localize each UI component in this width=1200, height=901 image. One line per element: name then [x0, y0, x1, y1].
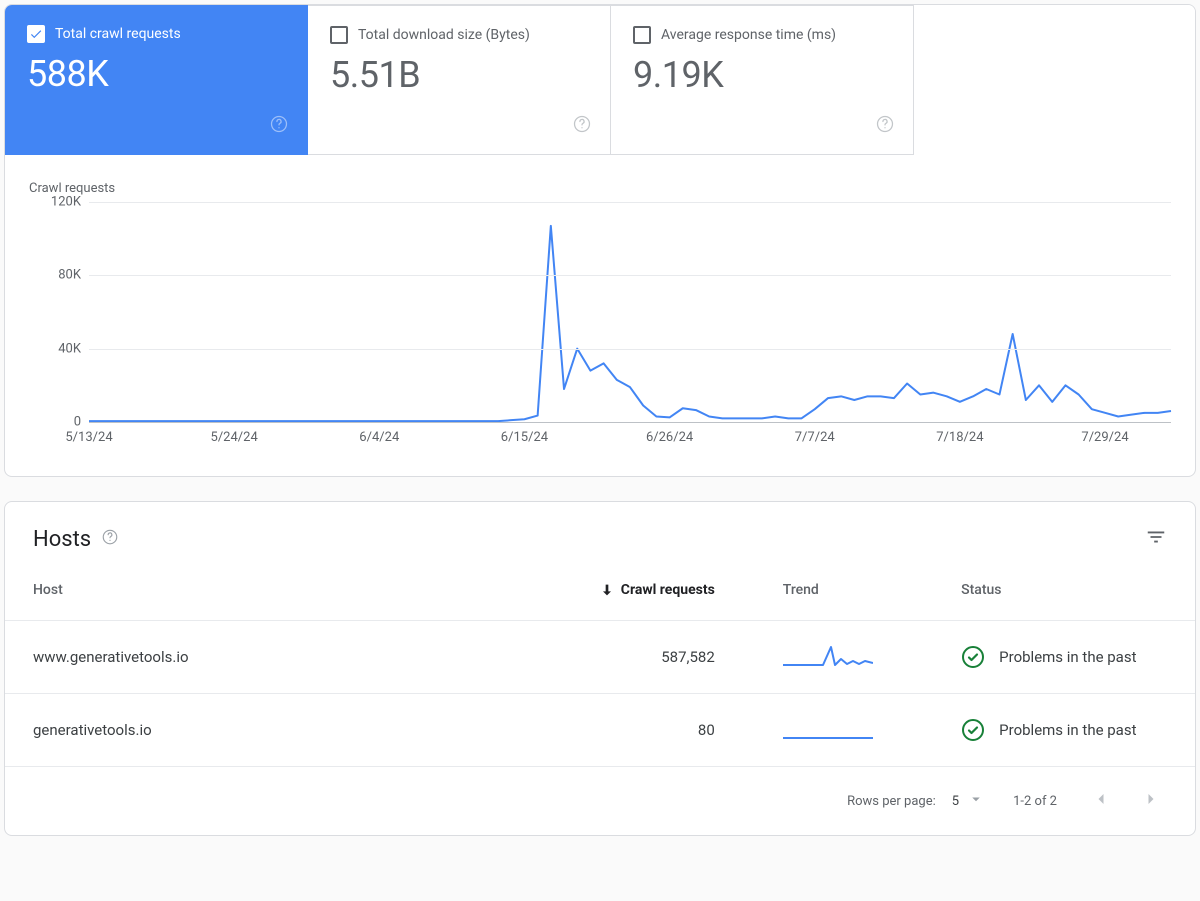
table-footer: Rows per page: 5 1-2 of 2: [5, 766, 1195, 835]
hosts-card: Hosts Host Crawl requests Trend: [4, 501, 1196, 836]
filter-icon[interactable]: [1145, 526, 1167, 552]
x-tick-label: 5/13/24: [65, 430, 112, 445]
help-icon[interactable]: [572, 114, 592, 138]
metric-tiles: Total crawl requests 588K Total download…: [5, 5, 1195, 155]
metric-value: 5.51B: [330, 54, 588, 96]
help-icon[interactable]: [101, 528, 119, 550]
x-tick-label: 7/18/24: [936, 430, 983, 445]
rows-per-page-label: Rows per page:: [847, 794, 936, 809]
status-text: Problems in the past: [999, 648, 1136, 666]
pagination-range: 1-2 of 2: [1013, 794, 1057, 809]
host-cell: www.generativetools.io: [5, 621, 552, 694]
checkbox-checked-icon: [27, 25, 45, 43]
x-tick-label: 6/26/24: [646, 430, 693, 445]
x-tick-label: 6/15/24: [501, 430, 548, 445]
sparkline-icon: [783, 641, 873, 669]
requests-cell: 587,582: [552, 621, 742, 694]
hosts-title: Hosts: [33, 527, 91, 552]
rows-per-page-select[interactable]: 5: [952, 790, 985, 812]
y-tick-label: 40K: [58, 341, 81, 356]
requests-cell: 80: [552, 694, 742, 767]
status-cell: Problems in the past: [933, 621, 1195, 694]
check-circle-icon: [961, 645, 985, 669]
metric-value: 9.19K: [633, 54, 891, 96]
col-crawl-requests[interactable]: Crawl requests: [552, 560, 742, 621]
metric-label: Total crawl requests: [55, 26, 181, 42]
y-tick-label: 0: [74, 415, 81, 430]
metric-value: 588K: [27, 53, 285, 95]
table-row[interactable]: generativetools.io80 Problems in the past: [5, 694, 1195, 767]
sparkline-icon: [783, 714, 873, 742]
table-row[interactable]: www.generativetools.io587,582 Problems in…: [5, 621, 1195, 694]
col-host[interactable]: Host: [5, 560, 552, 621]
help-icon[interactable]: [269, 114, 289, 138]
status-cell: Problems in the past: [933, 694, 1195, 767]
x-tick-label: 7/7/24: [795, 430, 835, 445]
chart: Crawl requests 0 40K 80K 120K 5/13/24 5/24/2…: [5, 155, 1195, 476]
x-tick-label: 5/24/24: [211, 430, 258, 445]
host-cell: generativetools.io: [5, 694, 552, 767]
chevron-down-icon: [967, 790, 985, 812]
checkbox-unchecked-icon: [633, 26, 651, 44]
help-icon[interactable]: [875, 114, 895, 138]
metric-tile-average-response-time[interactable]: Average response time (ms) 9.19K: [611, 5, 914, 155]
hosts-table: Host Crawl requests Trend Status www.gen…: [5, 560, 1195, 766]
crawl-stats-card: Total crawl requests 588K Total download…: [4, 4, 1196, 477]
x-tick-label: 6/4/24: [359, 430, 399, 445]
y-tick-label: 80K: [58, 268, 81, 283]
trend-cell: [743, 694, 933, 767]
col-trend[interactable]: Trend: [743, 560, 933, 621]
metric-label: Average response time (ms): [661, 27, 836, 43]
metric-tile-total-crawl-requests[interactable]: Total crawl requests 588K: [5, 5, 308, 155]
metric-tile-total-download-size[interactable]: Total download size (Bytes) 5.51B: [308, 5, 611, 155]
next-page-button[interactable]: [1135, 783, 1167, 819]
col-status[interactable]: Status: [933, 560, 1195, 621]
trend-cell: [743, 621, 933, 694]
status-text: Problems in the past: [999, 721, 1136, 739]
checkbox-unchecked-icon: [330, 26, 348, 44]
y-tick-label: 120K: [51, 195, 81, 210]
metric-label: Total download size (Bytes): [358, 27, 530, 43]
x-tick-label: 7/29/24: [1081, 430, 1128, 445]
check-circle-icon: [961, 718, 985, 742]
chart-title: Crawl requests: [29, 181, 1171, 196]
prev-page-button[interactable]: [1085, 783, 1117, 819]
sort-desc-icon: [599, 582, 615, 598]
